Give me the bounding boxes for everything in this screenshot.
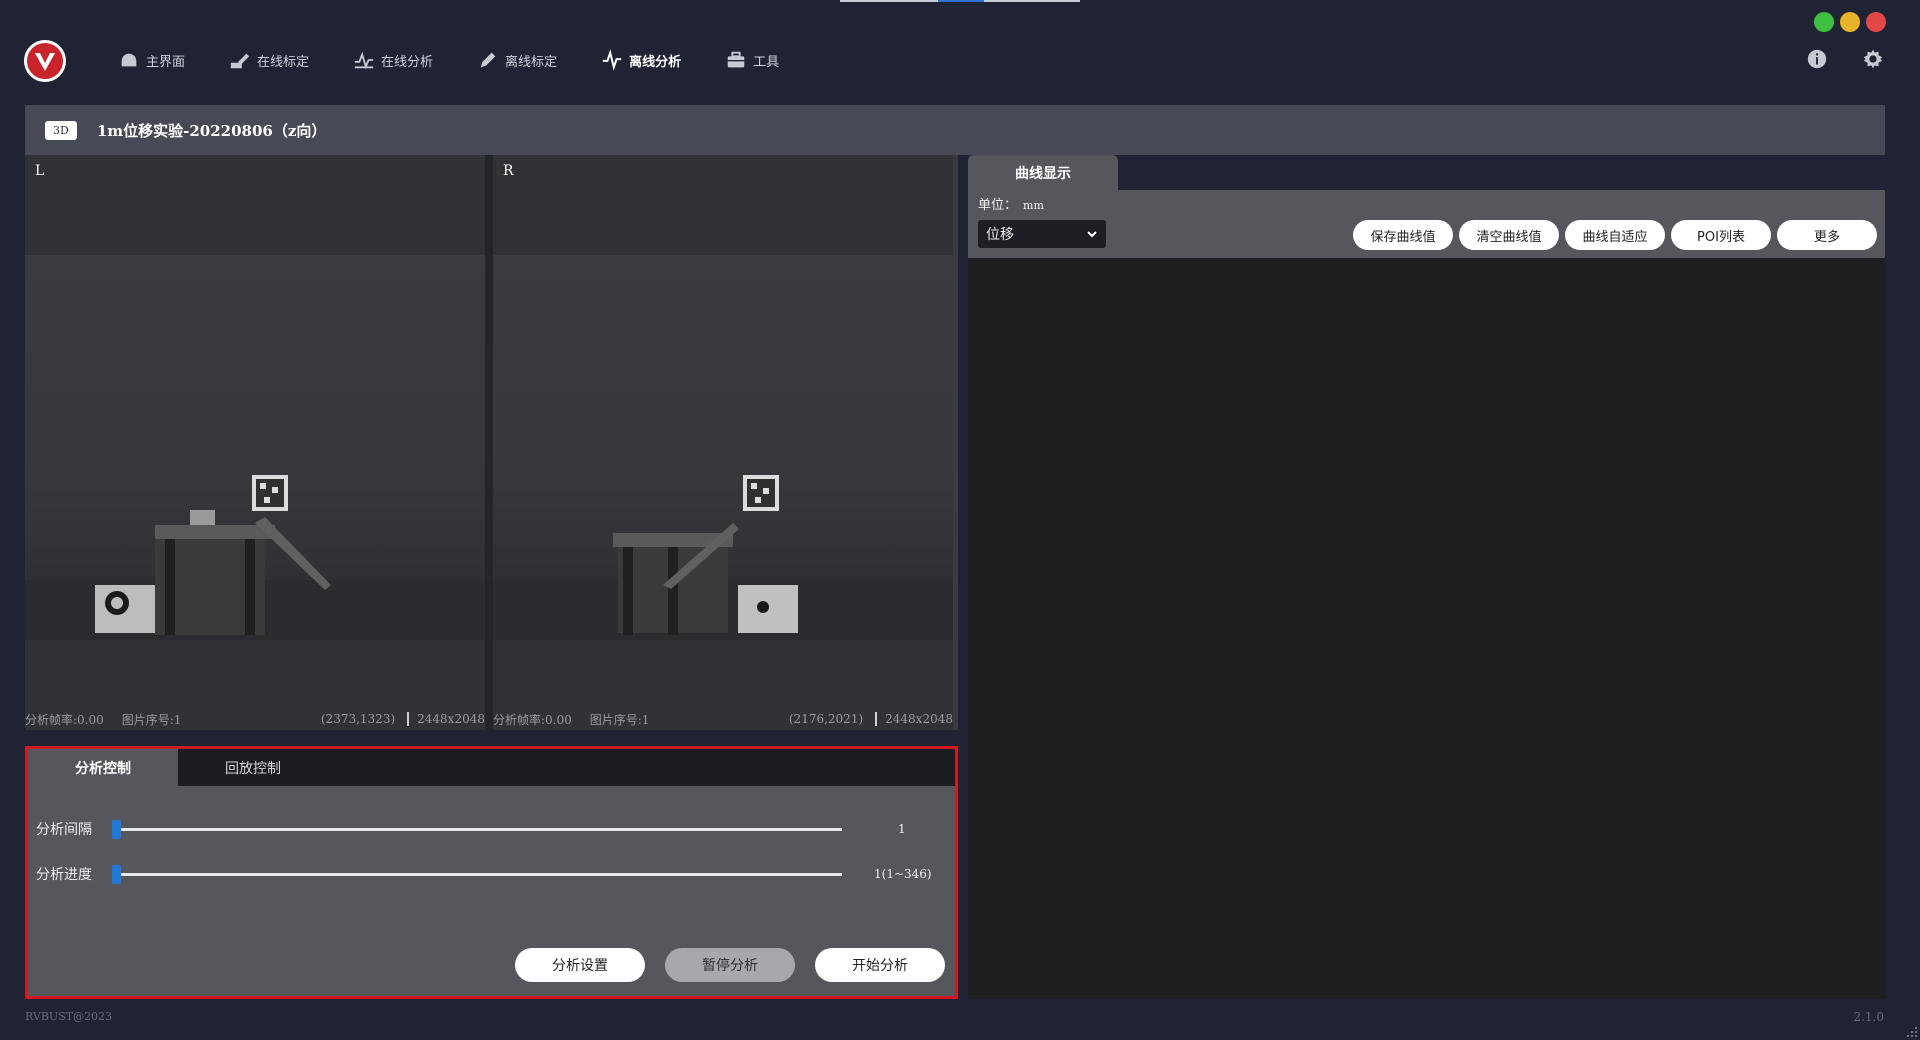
calibrate-pen-icon xyxy=(230,53,250,69)
logo-mark-icon xyxy=(35,53,55,71)
nav-label: 离线标定 xyxy=(505,54,558,70)
tab-playback-control[interactable]: 回放控制 xyxy=(178,749,328,786)
analysis-settings-button[interactable]: 分析设置 xyxy=(515,948,645,982)
nav-item-offline-calibration[interactable]: 离线标定 xyxy=(477,49,557,71)
camera-view-left[interactable]: L 分析帧率:0.00 图片序号:1 (2373,1323) 2448x2048 xyxy=(25,155,485,730)
fps-readout: 分析帧率:0.00 xyxy=(493,712,572,727)
start-analysis-button[interactable]: 开始分析 xyxy=(815,948,945,982)
chevron-down-icon xyxy=(1087,231,1097,238)
unit-value: mm xyxy=(1023,199,1044,212)
slider-value: 1 xyxy=(898,822,906,836)
slider-value: 1(1~346) xyxy=(874,867,932,881)
top-strip xyxy=(840,0,940,2)
curve-plot-area[interactable] xyxy=(968,258,1885,999)
clear-curve-button[interactable]: 清空曲线值 xyxy=(1459,220,1559,250)
curve-autofit-button[interactable]: 曲线自适应 xyxy=(1565,220,1665,250)
main-nav: 主界面 在线标定 在线分析 离线标定 离线分析 工具 xyxy=(118,44,823,76)
window-controls xyxy=(1814,12,1886,32)
tab-analysis-control[interactable]: 分析控制 xyxy=(28,749,178,786)
image-resolution: 2448x2048 xyxy=(875,712,953,726)
slider-label: 分析间隔 xyxy=(36,822,92,838)
top-strip-accent xyxy=(938,0,984,2)
header-actions xyxy=(1806,48,1884,70)
camera-status-bar: 分析帧率:0.00 图片序号:1 (2176,2021) 2448x2048 xyxy=(493,708,953,730)
minimize-button[interactable] xyxy=(1840,12,1860,32)
camera-label: L xyxy=(35,163,45,179)
frame-index-readout: 图片序号:1 xyxy=(589,712,650,727)
pen-icon xyxy=(480,52,496,68)
image-resolution: 2448x2048 xyxy=(407,712,485,726)
more-button[interactable]: 更多 xyxy=(1777,220,1877,250)
home-icon xyxy=(121,53,137,67)
view-mode-badge[interactable]: 3D xyxy=(45,120,77,140)
camera-status-bar: 分析帧率:0.00 图片序号:1 (2373,1323) 2448x2048 xyxy=(25,708,485,730)
control-buttons: 分析设置 暂停分析 开始分析 xyxy=(515,948,945,982)
nav-label: 主界面 xyxy=(146,54,186,70)
project-bar: 3D 1m位移实验-20220806（z向） xyxy=(25,105,1885,155)
curve-type-select[interactable]: 位移 xyxy=(978,220,1106,248)
curve-buttons: 保存曲线值 清空曲线值 曲线自适应 POI列表 更多 xyxy=(1353,220,1877,250)
toolbox-icon xyxy=(727,51,745,68)
pause-analysis-button[interactable]: 暂停分析 xyxy=(665,948,795,982)
slider-handle[interactable] xyxy=(112,819,121,839)
frame-index-readout: 图片序号:1 xyxy=(121,712,182,727)
version: 2.1.0 xyxy=(1853,1010,1884,1024)
copyright: RVBUST@2023 xyxy=(25,1010,113,1023)
cursor-coordinate: (2373,1323) xyxy=(320,712,396,726)
camera-scene xyxy=(25,475,485,640)
analysis-control-panel: 分析控制 回放控制 分析间隔 1 分析进度 1(1~346) 分析设置 暂停分析… xyxy=(25,746,958,999)
settings-icon[interactable] xyxy=(1862,48,1884,70)
analysis-progress-row: 分析进度 1(1~346) xyxy=(36,864,936,884)
panel-splitter[interactable] xyxy=(953,155,958,730)
nav-item-online-calibration[interactable]: 在线标定 xyxy=(229,49,309,71)
curve-toolbar: 单位： mm 位移 保存曲线值 清空曲线值 曲线自适应 POI列表 更多 xyxy=(968,190,1885,258)
nav-item-home[interactable]: 主界面 xyxy=(118,49,185,71)
analysis-interval-slider[interactable] xyxy=(112,819,842,839)
cursor-coordinate: (2176,2021) xyxy=(788,712,864,726)
close-button[interactable] xyxy=(1866,12,1886,32)
camera-view-right[interactable]: R 分析帧率:0.00 图片序号:1 (2176,2021) 2448x2048 xyxy=(493,155,953,730)
slider-label: 分析进度 xyxy=(36,867,92,883)
nav-item-online-analysis[interactable]: 在线分析 xyxy=(353,49,433,71)
nav-label: 离线分析 xyxy=(629,54,682,70)
unit-label: 单位： xyxy=(978,198,1018,213)
maximize-button[interactable] xyxy=(1814,12,1834,32)
tab-curve-display[interactable]: 曲线显示 xyxy=(968,155,1118,190)
nav-label: 在线分析 xyxy=(381,54,434,70)
resize-grip-icon[interactable] xyxy=(1906,1026,1918,1038)
camera-image xyxy=(493,255,953,640)
analysis-interval-row: 分析间隔 1 xyxy=(36,819,936,839)
nav-item-offline-analysis[interactable]: 离线分析 xyxy=(601,49,681,71)
nav-item-tools[interactable]: 工具 xyxy=(725,49,779,71)
camera-divider xyxy=(485,155,493,730)
fps-readout: 分析帧率:0.00 xyxy=(25,712,104,727)
analysis-progress-slider[interactable] xyxy=(112,864,842,884)
control-tabs: 分析控制 回放控制 xyxy=(28,749,955,786)
nav-label: 工具 xyxy=(753,54,780,70)
info-icon[interactable] xyxy=(1806,48,1828,70)
camera-image xyxy=(25,255,485,640)
analysis-icon xyxy=(354,51,374,70)
camera-scene xyxy=(493,475,953,640)
nav-label: 在线标定 xyxy=(257,54,310,70)
app-logo xyxy=(24,40,66,82)
slider-handle[interactable] xyxy=(112,864,121,884)
unit-display: 单位： mm xyxy=(978,194,1044,213)
top-strip xyxy=(984,0,1080,2)
project-title: 1m位移实验-20220806（z向） xyxy=(96,121,327,140)
save-curve-button[interactable]: 保存曲线值 xyxy=(1353,220,1453,250)
waveform-icon xyxy=(602,49,622,71)
camera-label: R xyxy=(503,163,514,179)
poi-list-button[interactable]: POI列表 xyxy=(1671,220,1771,250)
select-value: 位移 xyxy=(986,227,1014,243)
